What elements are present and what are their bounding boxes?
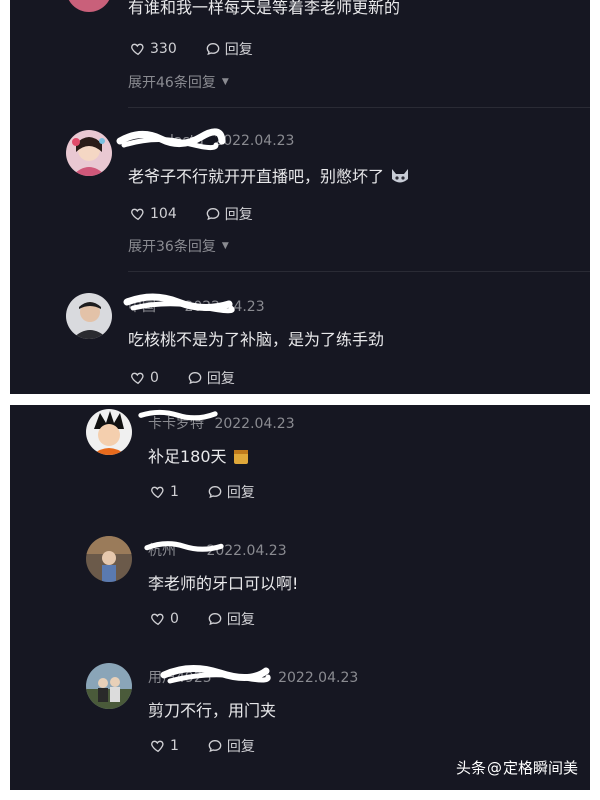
reply-button[interactable]: 回复 [205,204,253,224]
watermark-author: 定格瞬间美 [502,759,578,777]
reply-button[interactable]: 回复 [207,482,255,502]
like-count: 1 [170,484,179,500]
speech-bubble-icon [208,612,222,626]
username[interactable]: 卡卡罗特 [148,416,204,432]
divider [128,107,590,108]
comment-text: 有谁和我一样每天是等着李老师更新的 [128,0,401,17]
like-count: 0 [150,370,159,386]
watermark-brand: 头条 [455,759,486,777]
speech-bubble-icon [206,207,220,221]
speech-bubble-icon [208,739,222,753]
like-button[interactable]: 104 [130,206,177,222]
comment-date: 2022.04.23 [278,670,359,686]
heart-icon [151,613,164,626]
avatar[interactable] [86,409,132,455]
comments-panel-top: 有谁和我一样每天是等着李老师更新的 330 回复 展开46条回复 ▼ lasta [10,0,590,394]
avatar[interactable] [66,0,112,12]
reply-label: 回复 [224,42,253,58]
like-button[interactable]: 1 [150,738,179,754]
comment-date: 2022.04.23 [184,299,265,315]
calendar-emoji-icon [233,447,249,469]
reply-button[interactable]: 回复 [205,39,253,59]
comment-date: 2022.04.23 [214,133,295,149]
avatar[interactable] [86,536,132,582]
avatar[interactable] [86,663,132,709]
like-button[interactable]: 0 [150,611,179,627]
expand-replies-label: 展开46条回复 [128,75,216,91]
avatar[interactable] [66,130,112,176]
reply-button[interactable]: 回复 [207,609,255,629]
heart-icon [151,486,164,499]
like-count: 1 [170,738,179,754]
watermark: 头条 @ 定格瞬间美 [456,757,578,778]
like-button[interactable]: 1 [150,484,179,500]
reply-label: 回复 [226,739,255,755]
like-button[interactable]: 0 [130,370,159,386]
speech-bubble-icon [188,371,202,385]
divider [128,271,590,272]
reply-label: 回复 [206,371,235,387]
like-button[interactable]: 330 [130,41,177,57]
username[interactable]: lasta [128,133,204,149]
reply-button[interactable]: 回复 [207,736,255,756]
heart-icon [131,43,144,56]
caret-down-icon: ▼ [221,77,229,87]
heart-icon [131,208,144,221]
expand-replies-label: 展开36条回复 [128,239,216,255]
username[interactable]: 中国 [128,299,174,315]
caret-down-icon: ▼ [221,241,229,251]
reply-label: 回复 [226,612,255,628]
like-count: 0 [170,611,179,627]
comment-text: 老爷子不行就开开直播吧，别憋坏了 [128,167,385,186]
comment-text: 剪刀不行，用门夹 [148,701,277,720]
comment-date: 2022.04.23 [214,416,295,432]
reply-label: 回复 [224,207,253,223]
avatar[interactable] [66,293,112,339]
heart-icon [151,740,164,753]
reply-button[interactable]: 回复 [187,368,235,388]
speech-bubble-icon [206,42,220,56]
like-count: 104 [150,206,177,222]
comment-date: 2022.04.23 [206,543,287,559]
speech-bubble-icon [208,485,222,499]
comments-panel-bottom: 卡卡罗特 2022.04.23 补足180天 1 回复 杭州 2022.04.2… [10,405,590,790]
expand-replies-button[interactable]: 展开36条回复 ▼ [128,236,229,256]
username[interactable]: 杭州 [148,543,196,559]
heart-icon [131,372,144,385]
reply-label: 回复 [226,485,255,501]
cat-emoji-icon [390,167,410,189]
username[interactable]: 用户4925 [148,670,268,686]
watermark-at: @ [486,758,502,777]
comment-text: 吃核桃不是为了补脑，是为了练手劲 [128,330,385,349]
expand-replies-button[interactable]: 展开46条回复 ▼ [128,72,229,92]
comment-text: 补足180天 [148,447,227,466]
comment-text: 李老师的牙口可以啊! [148,574,299,593]
like-count: 330 [150,41,177,57]
